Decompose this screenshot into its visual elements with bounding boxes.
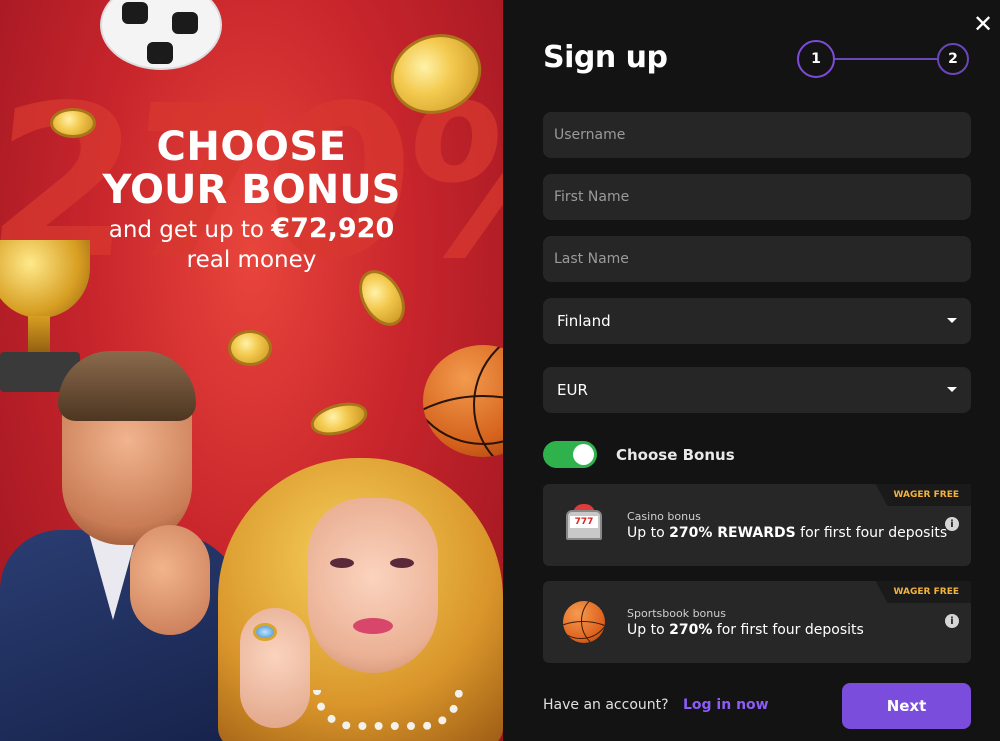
coin-image bbox=[307, 397, 371, 441]
promo-amount: €72,920 bbox=[271, 213, 395, 244]
signup-modal: 270% CHOOSE YOUR BONUS and get up to €72… bbox=[0, 0, 1000, 741]
last-name-placeholder: Last Name bbox=[554, 251, 629, 267]
sportsbook-bonus-description: Up to 270% for first four deposits bbox=[627, 622, 864, 638]
step-indicator: 1 2 bbox=[797, 40, 972, 78]
woman-illustration bbox=[218, 458, 503, 741]
promo-banner: 270% CHOOSE YOUR BONUS and get up to €72… bbox=[0, 0, 503, 741]
next-button[interactable]: Next bbox=[842, 683, 971, 729]
signup-form-panel: ✕ Sign up 1 2 Username First Name Last N… bbox=[503, 0, 1000, 741]
sportsbook-bonus-card[interactable]: WAGER FREE Sportsbook bonus Up to 270% f… bbox=[543, 581, 971, 663]
casino-desc-highlight: 270% REWARDS bbox=[669, 525, 796, 541]
close-icon[interactable]: ✕ bbox=[973, 12, 993, 36]
casino-bonus-card[interactable]: WAGER FREE 777 Casino bonus Up to 270% R… bbox=[543, 484, 971, 566]
chevron-down-icon bbox=[947, 387, 957, 392]
toggle-knob bbox=[573, 444, 594, 465]
basketball-image bbox=[423, 345, 503, 457]
casino-desc-suffix: for first four deposits bbox=[795, 525, 948, 541]
chevron-down-icon bbox=[947, 318, 957, 323]
bonus-toggle-row: Choose Bonus bbox=[543, 441, 735, 468]
casino-desc-prefix: Up to bbox=[627, 525, 670, 541]
info-icon[interactable]: i bbox=[945, 614, 959, 628]
man-illustration bbox=[0, 351, 250, 741]
promo-subtitle-prefix: and get up to bbox=[108, 217, 272, 243]
sportsbook-desc-prefix: Up to bbox=[627, 622, 670, 638]
choose-bonus-label: Choose Bonus bbox=[616, 445, 735, 464]
currency-select[interactable]: EUR bbox=[543, 367, 971, 413]
info-icon[interactable]: i bbox=[945, 517, 959, 531]
country-value: Finland bbox=[557, 312, 611, 330]
last-name-field[interactable]: Last Name bbox=[543, 236, 971, 282]
choose-bonus-toggle[interactable] bbox=[543, 441, 597, 468]
step-2: 2 bbox=[937, 43, 969, 75]
wager-free-badge: WAGER FREE bbox=[875, 581, 971, 603]
first-name-field[interactable]: First Name bbox=[543, 174, 971, 220]
first-name-placeholder: First Name bbox=[554, 189, 630, 205]
have-account-text: Have an account? bbox=[543, 697, 669, 713]
casino-bonus-description: Up to 270% REWARDS for first four deposi… bbox=[627, 525, 947, 541]
wager-free-badge: WAGER FREE bbox=[875, 484, 971, 506]
casino-bonus-title: Casino bonus bbox=[627, 510, 701, 523]
promo-subtitle-line2: real money bbox=[186, 247, 317, 273]
promo-subtitle: and get up to €72,920 bbox=[0, 214, 503, 245]
step-1: 1 bbox=[797, 40, 835, 78]
currency-value: EUR bbox=[557, 381, 588, 399]
promo-headline: CHOOSE YOUR BONUS and get up to €72,920 … bbox=[0, 126, 503, 275]
login-link[interactable]: Log in now bbox=[683, 697, 769, 713]
sportsbook-desc-suffix: for first four deposits bbox=[712, 622, 864, 638]
promo-title-line2: YOUR BONUS bbox=[102, 167, 401, 213]
username-placeholder: Username bbox=[554, 127, 626, 143]
sportsbook-bonus-title: Sportsbook bonus bbox=[627, 607, 726, 620]
sportsbook-desc-highlight: 270% bbox=[669, 622, 713, 638]
country-select[interactable]: Finland bbox=[543, 298, 971, 344]
basketball-icon bbox=[563, 601, 605, 643]
step-connector bbox=[835, 58, 939, 60]
page-title: Sign up bbox=[543, 40, 668, 75]
slot-reels-text: 777 bbox=[570, 516, 598, 528]
username-field[interactable]: Username bbox=[543, 112, 971, 158]
slot-machine-icon: 777 bbox=[563, 504, 605, 546]
promo-title-line1: CHOOSE bbox=[156, 124, 347, 170]
